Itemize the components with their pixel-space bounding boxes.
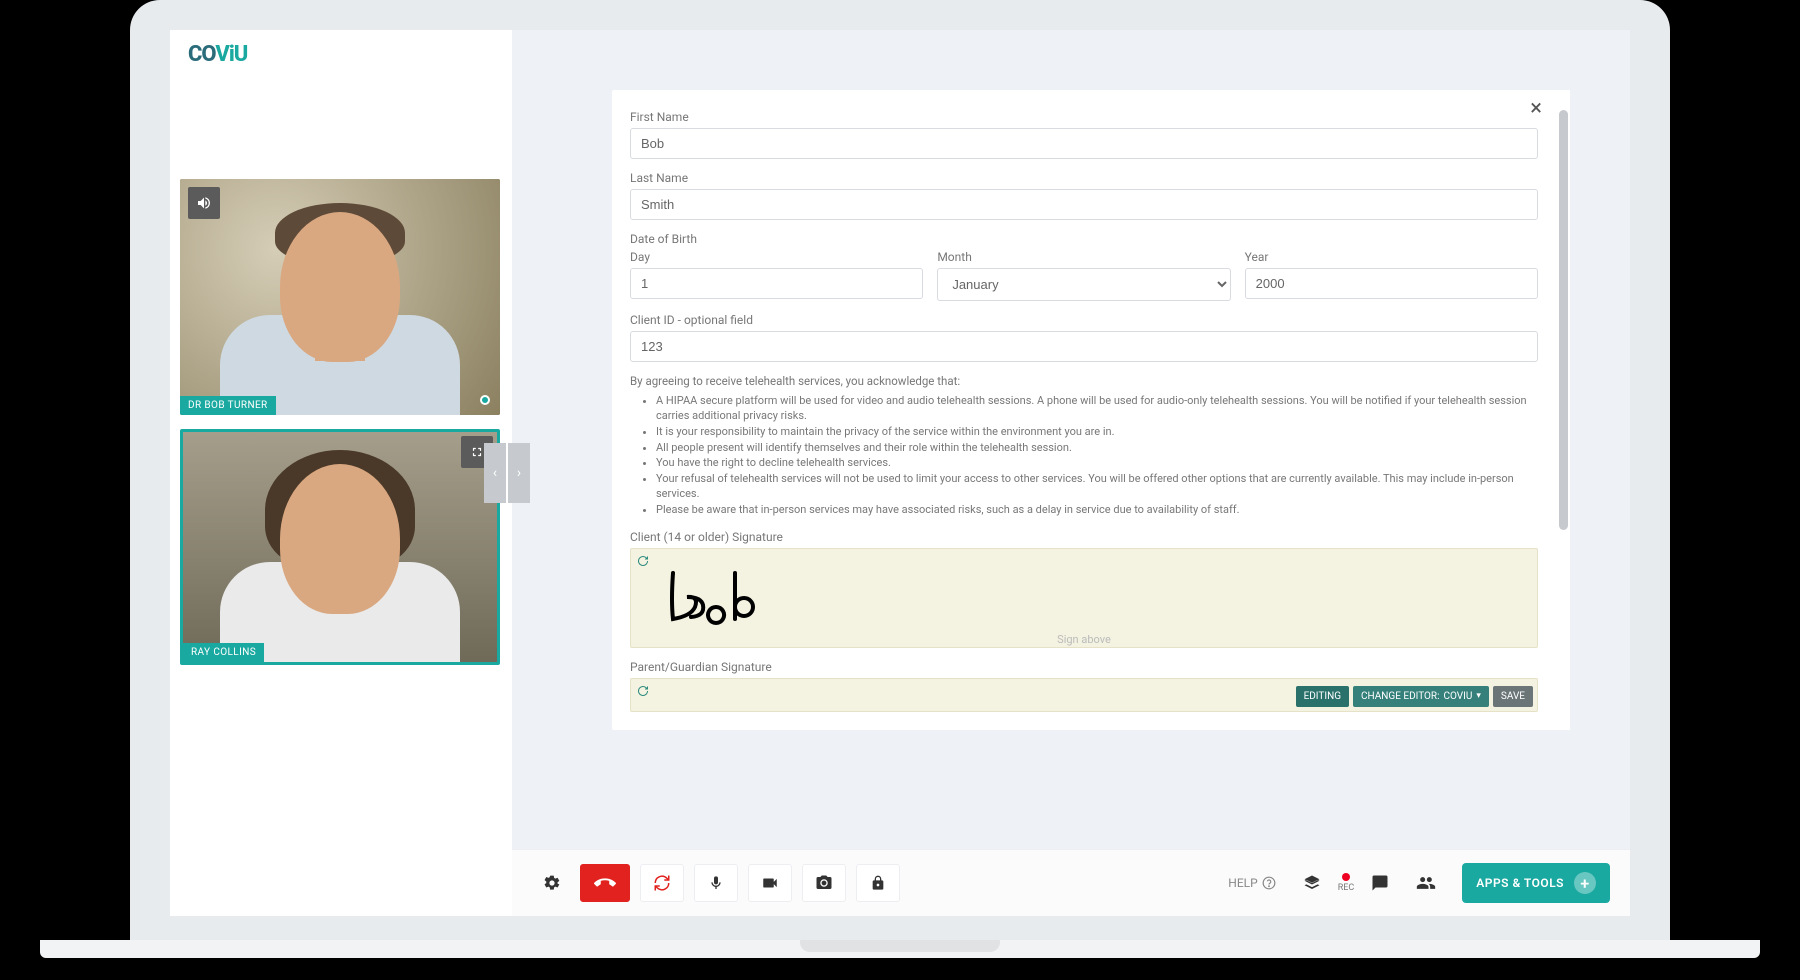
snapshot-button[interactable] bbox=[802, 864, 846, 902]
apps-tools-button[interactable]: APPS & TOOLS + bbox=[1462, 863, 1610, 903]
save-button[interactable]: SAVE bbox=[1493, 686, 1533, 707]
parent-signature-pad[interactable]: EDITING CHANGE EDITOR: COVIU ▾ SAVE bbox=[630, 678, 1538, 712]
video-tile-remote[interactable]: DR BOB TURNER bbox=[180, 179, 500, 415]
hangup-button[interactable] bbox=[580, 864, 630, 902]
record-button[interactable]: REC bbox=[1338, 873, 1355, 893]
record-dot-icon bbox=[1342, 873, 1350, 881]
participants-button[interactable] bbox=[1408, 864, 1444, 902]
refresh-icon[interactable] bbox=[637, 555, 649, 567]
video-tile-self[interactable]: RAY COLLINS bbox=[180, 429, 500, 665]
consent-item: All people present will identify themsel… bbox=[656, 441, 1538, 456]
volume-icon[interactable] bbox=[188, 187, 220, 219]
pager-prev-button[interactable]: ‹ bbox=[484, 443, 506, 503]
consent-form-panel: × First Name Last Name Date of Birth bbox=[612, 90, 1570, 730]
client-id-label: Client ID - optional field bbox=[630, 313, 1538, 327]
change-editor-select[interactable]: CHANGE EDITOR: COVIU ▾ bbox=[1353, 686, 1489, 707]
consent-item: A HIPAA secure platform will be used for… bbox=[656, 394, 1538, 424]
client-signature-pad[interactable]: Sign above bbox=[630, 548, 1538, 648]
sync-button[interactable] bbox=[640, 864, 684, 902]
dob-year-label: Year bbox=[1245, 250, 1538, 264]
refresh-icon[interactable] bbox=[637, 685, 649, 697]
dob-month-select[interactable]: January bbox=[937, 268, 1230, 301]
participant-name-label: DR BOB TURNER bbox=[180, 396, 276, 415]
dob-year-input[interactable] bbox=[1245, 268, 1538, 299]
editing-status-badge: EDITING bbox=[1296, 686, 1349, 707]
brand-logo: COViU bbox=[170, 30, 512, 79]
dob-label: Date of Birth bbox=[630, 232, 1538, 246]
dob-day-input[interactable] bbox=[630, 268, 923, 299]
microphone-button[interactable] bbox=[694, 864, 738, 902]
dob-day-label: Day bbox=[630, 250, 923, 264]
participant-name-label: RAY COLLINS bbox=[183, 643, 264, 662]
lock-button[interactable] bbox=[856, 864, 900, 902]
consent-item: Your refusal of telehealth services will… bbox=[656, 472, 1538, 502]
settings-button[interactable] bbox=[534, 864, 570, 902]
last-name-label: Last Name bbox=[630, 171, 1538, 185]
help-button[interactable]: HELP bbox=[1228, 876, 1275, 890]
consent-item: You have the right to decline telehealth… bbox=[656, 456, 1538, 471]
parent-signature-label: Parent/Guardian Signature bbox=[630, 660, 1538, 674]
camera-button[interactable] bbox=[748, 864, 792, 902]
dob-month-label: Month bbox=[937, 250, 1230, 264]
consent-item: Please be aware that in-person services … bbox=[656, 503, 1538, 518]
client-signature-label: Client (14 or older) Signature bbox=[630, 530, 1538, 544]
pager-next-button[interactable]: › bbox=[508, 443, 530, 503]
presence-indicator bbox=[480, 395, 490, 405]
first-name-label: First Name bbox=[630, 110, 1538, 124]
client-id-input[interactable] bbox=[630, 331, 1538, 362]
layers-button[interactable] bbox=[1294, 864, 1330, 902]
plus-circle-icon: + bbox=[1574, 872, 1596, 894]
first-name-input[interactable] bbox=[630, 128, 1538, 159]
consent-list: A HIPAA secure platform will be used for… bbox=[630, 394, 1538, 518]
chat-button[interactable] bbox=[1362, 864, 1398, 902]
close-icon[interactable]: × bbox=[1530, 96, 1542, 121]
form-scrollbar[interactable] bbox=[1556, 90, 1570, 730]
consent-intro: By agreeing to receive telehealth servic… bbox=[630, 374, 1538, 388]
consent-item: It is your responsibility to maintain th… bbox=[656, 425, 1538, 440]
chevron-down-icon: ▾ bbox=[1476, 691, 1481, 701]
last-name-input[interactable] bbox=[630, 189, 1538, 220]
